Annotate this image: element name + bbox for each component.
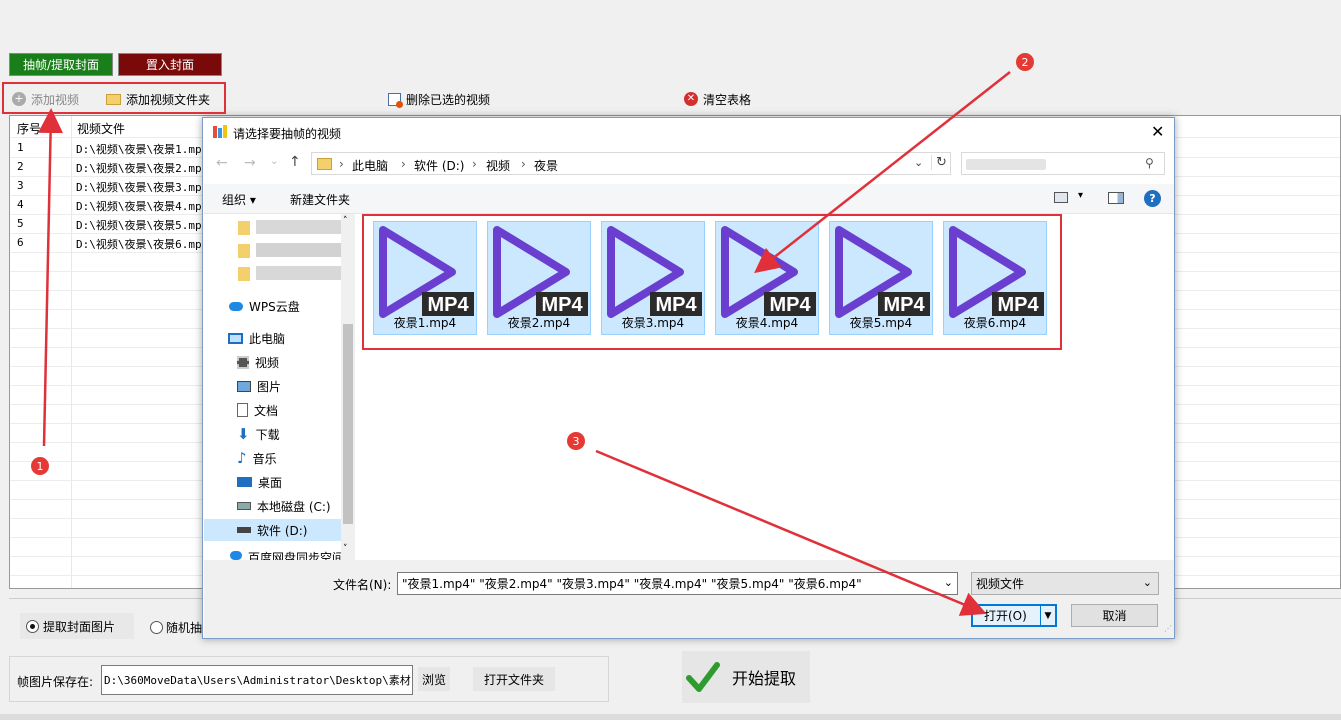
recent-chevron-icon[interactable]: ⌄ [270, 156, 278, 167]
folder-icon [238, 267, 250, 281]
drive-icon [237, 527, 251, 533]
drive-icon [237, 502, 251, 510]
up-icon[interactable]: ↑ [289, 154, 301, 170]
delete-icon [388, 92, 403, 108]
col-header-file: 视频文件 [77, 122, 126, 136]
app-icon [213, 125, 227, 138]
organize-button[interactable]: 组织 ▾ [222, 191, 256, 208]
address-dropdown-icon[interactable]: ⌄ [914, 156, 923, 169]
random-option-label: 随机抽 [166, 621, 203, 635]
view-dropdown-icon[interactable]: ▾ [1078, 190, 1083, 201]
filetype-select[interactable]: 视频文件 ⌄ [971, 572, 1159, 595]
open-button[interactable]: 打开(O) ▼ [971, 604, 1057, 627]
nav-item-documents[interactable]: 文档 [237, 399, 278, 421]
open-folder-button[interactable]: 打开文件夹 [473, 667, 555, 691]
cover-radio[interactable] [26, 619, 39, 633]
view-icon[interactable] [1054, 192, 1068, 203]
nav-item-local-c[interactable]: 本地磁盘 (C:) [237, 495, 331, 517]
navigation-pane: WPS云盘 此电脑 视频 图片 文档 ⬇ 下载 ♪ 音乐 桌面 本地磁盘 (C:) … [204, 214, 356, 560]
extract-mode-button[interactable]: 抽帧/提取封面 [9, 53, 113, 76]
delete-selected-label: 删除已选的视频 [406, 92, 491, 107]
help-icon[interactable]: ? [1144, 190, 1161, 207]
preview-pane-icon[interactable] [1108, 192, 1124, 204]
random-option[interactable]: 随机抽 [150, 619, 202, 636]
music-icon: ♪ [237, 449, 247, 467]
command-bar: 组织 ▾ 新建文件夹 ▾ ? [204, 184, 1174, 214]
cloud-icon [230, 551, 242, 560]
refresh-icon[interactable]: ↻ [931, 155, 947, 170]
nav-item-downloads[interactable]: ⬇ 下载 [237, 423, 280, 445]
nav-scrollbar[interactable]: ˄ ˅ [341, 214, 355, 560]
clear-icon: ✕ [684, 92, 698, 106]
nav-item-desktop[interactable]: 桌面 [237, 471, 282, 493]
annotation-badge-3: 3 [567, 432, 585, 450]
cancel-button[interactable]: 取消 [1071, 604, 1158, 627]
cloud-icon [229, 301, 243, 311]
desktop-icon [237, 477, 252, 487]
pictures-icon [237, 380, 251, 392]
save-label: 帧图片保存在: [17, 675, 94, 689]
computer-icon [228, 332, 243, 344]
nav-item-wps[interactable]: WPS云盘 [229, 295, 300, 317]
breadcrumb-item[interactable]: 视频 [486, 157, 510, 174]
resize-grip-icon[interactable]: ⋰ [1164, 624, 1172, 633]
clear-table-label: 清空表格 [703, 92, 752, 107]
breadcrumb-item[interactable]: 此电脑 [352, 157, 388, 174]
browse-button[interactable]: 浏览 [418, 667, 450, 691]
annotation-box-files [362, 214, 1062, 350]
back-icon[interactable]: ← [216, 155, 228, 171]
embed-mode-button[interactable]: 置入封面 [118, 53, 222, 76]
random-radio[interactable] [150, 621, 163, 634]
clear-table-button[interactable]: ✕ 清空表格 [684, 89, 751, 109]
open-dropdown-icon[interactable]: ▼ [1040, 606, 1055, 625]
new-folder-button[interactable]: 新建文件夹 [290, 191, 350, 208]
chevron-down-icon: ⌄ [1142, 576, 1152, 589]
start-extract-button[interactable]: 开始提取 [682, 651, 810, 703]
col-header-no: 序号 [17, 122, 42, 136]
folder-icon [317, 158, 332, 170]
file-open-dialog: 请选择要抽帧的视频 ✕ ← → ⌄ ↑ › 此电脑 › 软件 (D:) › 视频… [202, 117, 1175, 639]
search-input[interactable]: ⚲ [961, 152, 1165, 175]
checkmark-icon [686, 662, 720, 692]
filename-label: 文件名(N): [333, 578, 392, 592]
video-folder-icon [237, 355, 249, 369]
close-icon[interactable]: ✕ [1151, 122, 1164, 141]
cover-option[interactable]: 提取封面图片 [20, 613, 134, 639]
annotation-box-toolbar [2, 82, 226, 114]
save-path-input[interactable]: D:\360MoveData\Users\Administrator\Deskt… [101, 665, 413, 695]
document-icon [237, 403, 248, 417]
cover-option-label: 提取封面图片 [43, 619, 116, 634]
nav-item-pc[interactable]: 此电脑 [228, 327, 285, 349]
dialog-title: 请选择要抽帧的视频 [233, 127, 342, 141]
nav-item-soft-d[interactable]: 软件 (D:) [204, 519, 341, 541]
annotation-badge-2: 2 [1016, 53, 1034, 71]
filename-dropdown-icon[interactable]: ⌄ [944, 576, 953, 589]
download-icon: ⬇ [237, 425, 250, 443]
forward-icon[interactable]: → [244, 155, 256, 171]
dialog-footer: 文件名(N): "夜景1.mp4" "夜景2.mp4" "夜景3.mp4" "夜… [204, 560, 1174, 638]
scrollbar-thumb[interactable] [343, 324, 353, 524]
breadcrumb-item[interactable]: 软件 (D:) [414, 157, 464, 174]
address-bar[interactable]: › 此电脑 › 软件 (D:) › 视频 › 夜景 ⌄ ↻ [311, 152, 951, 175]
nav-item-music[interactable]: ♪ 音乐 [237, 447, 277, 469]
nav-item-netdisk[interactable]: 百度网盘同步空间 [230, 547, 344, 560]
folder-icon [238, 221, 250, 235]
nav-item-video[interactable]: 视频 [237, 351, 279, 373]
breadcrumb-item[interactable]: 夜景 [534, 157, 558, 174]
filename-input[interactable]: "夜景1.mp4" "夜景2.mp4" "夜景3.mp4" "夜景4.mp4" … [397, 572, 958, 595]
annotation-badge-1: 1 [31, 457, 49, 475]
search-icon: ⚲ [1145, 156, 1154, 170]
nav-item-pictures[interactable]: 图片 [237, 375, 281, 397]
start-extract-label: 开始提取 [732, 669, 797, 688]
folder-icon [238, 244, 250, 258]
delete-selected-button[interactable]: 删除已选的视频 [388, 89, 490, 109]
